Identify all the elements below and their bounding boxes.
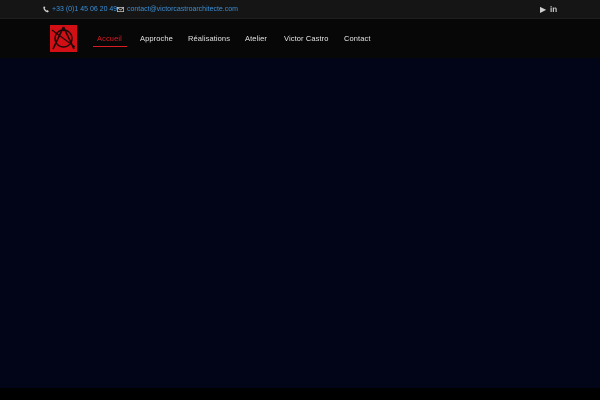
youtube-play-icon: ▶ <box>540 5 547 14</box>
nav-item-label: Réalisations <box>188 34 231 43</box>
page-bottom-strip <box>0 388 600 400</box>
nav-item-victor-castro[interactable]: Victor Castro <box>284 19 329 58</box>
site-header: Accueil Approche Réalisations Atelier Vi… <box>0 19 600 58</box>
nav-item-label: Approche <box>140 34 173 43</box>
linkedin-icon: in <box>550 5 558 14</box>
hero-slider <box>0 58 600 388</box>
email-link[interactable]: contact@victorcastroarchitecte.com <box>117 0 238 19</box>
nav-item-label: Atelier <box>245 34 267 43</box>
nav-item-approche[interactable]: Approche <box>140 19 173 58</box>
phone-link[interactable]: +33 (0)1 45 06 20 49 <box>43 0 117 19</box>
nav-item-realisations[interactable]: Réalisations <box>188 19 230 58</box>
site-logo[interactable] <box>50 25 77 52</box>
phone-number: +33 (0)1 45 06 20 49 <box>52 6 118 13</box>
youtube-link[interactable]: ▶ <box>540 0 546 19</box>
envelope-icon <box>117 7 124 12</box>
linkedin-link[interactable]: in <box>550 0 557 19</box>
nav-item-contact[interactable]: Contact <box>344 19 371 58</box>
nav-item-label: Contact <box>344 34 371 43</box>
logo-mark-icon <box>50 25 77 52</box>
top-bar: +33 (0)1 45 06 20 49 contact@victorcastr… <box>0 0 600 19</box>
email-address: contact@victorcastroarchitecte.com <box>127 6 238 13</box>
nav-item-atelier[interactable]: Atelier <box>245 19 267 58</box>
nav-item-label: Victor Castro <box>284 34 329 43</box>
nav-item-label: Accueil <box>97 34 122 43</box>
active-nav-underline <box>93 46 127 47</box>
nav-item-accueil[interactable]: Accueil <box>97 19 122 58</box>
phone-icon <box>43 6 49 13</box>
